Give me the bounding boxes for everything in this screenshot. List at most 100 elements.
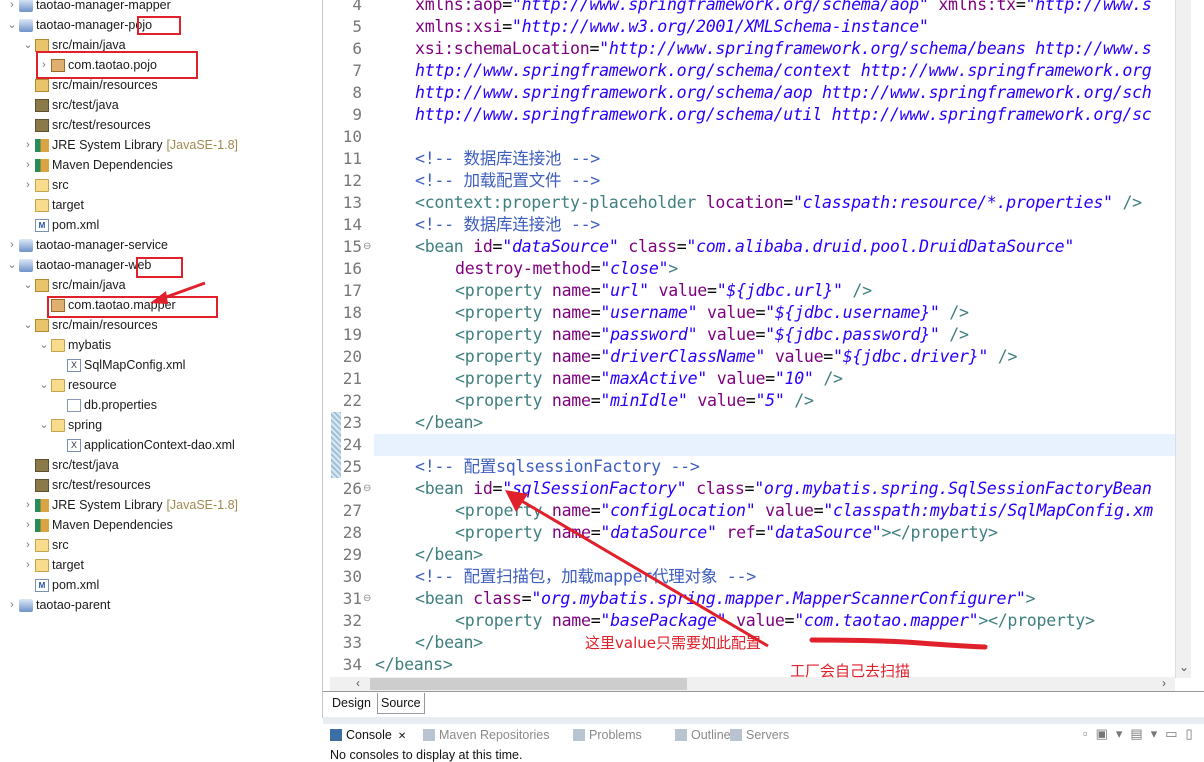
- code-line[interactable]: <property name="driverClassName" value="…: [455, 346, 1017, 368]
- code-line[interactable]: <!-- 加载配置文件 -->: [415, 170, 600, 192]
- code-line[interactable]: <property name="configLocation" value="c…: [455, 500, 1153, 522]
- code-line[interactable]: <context:property-placeholder location="…: [415, 192, 1142, 214]
- fold-toggle-icon[interactable]: ⊖: [363, 478, 371, 500]
- tree-item-label: SqlMapConfig.xml: [84, 358, 186, 372]
- tree-item[interactable]: src/test/java: [21, 95, 119, 115]
- chevron-down-icon[interactable]: ⌄: [37, 415, 51, 435]
- chevron-right-icon[interactable]: ›: [21, 135, 35, 155]
- tree-item[interactable]: › Maven Dependencies: [21, 515, 173, 535]
- code-line[interactable]: http://www.springframework.org/schema/co…: [415, 60, 1152, 82]
- code-line[interactable]: destroy-method="close">: [455, 258, 678, 280]
- tree-item[interactable]: › Maven Dependencies: [21, 155, 173, 175]
- scroll-left-icon[interactable]: ‹: [356, 676, 360, 690]
- code-line[interactable]: http://www.springframework.org/schema/ut…: [415, 104, 1152, 126]
- code-token: =: [521, 589, 532, 608]
- annotation-factory-scan: 工厂会自己去扫描: [790, 662, 911, 680]
- tab-problems[interactable]: Problems: [573, 724, 642, 746]
- tree-item[interactable]: src/test/resources: [21, 115, 151, 135]
- chevron-down-icon[interactable]: ⌄: [37, 335, 51, 355]
- chevron-down-icon[interactable]: ⌄: [21, 275, 35, 295]
- chevron-down-icon[interactable]: ⌄: [37, 375, 51, 395]
- tree-item[interactable]: › taotao-manager-mapper: [5, 0, 171, 15]
- tree-item[interactable]: XapplicationContext-dao.xml: [53, 435, 235, 455]
- tree-item[interactable]: ⌄ taotao-manager-pojo: [5, 15, 152, 35]
- tree-item[interactable]: ⌄ taotao-manager-web: [5, 255, 151, 275]
- code-line[interactable]: <!-- 数据库连接池 -->: [415, 214, 600, 236]
- scroll-right-icon[interactable]: ›: [1162, 676, 1166, 690]
- scroll-down-icon[interactable]: ⌄: [1179, 660, 1189, 674]
- tree-item[interactable]: ⌄ src/main/java: [21, 275, 125, 295]
- code-line[interactable]: xsi:schemaLocation="http://www.springfra…: [415, 38, 1152, 60]
- code-line[interactable]: </bean>: [415, 544, 483, 566]
- tab-outline[interactable]: Outline: [675, 724, 731, 746]
- code-line[interactable]: </bean>: [415, 412, 483, 434]
- code-line[interactable]: <bean class="org.mybatis.spring.mapper.M…: [415, 588, 1036, 610]
- chevron-right-icon[interactable]: ›: [5, 595, 19, 615]
- chevron-right-icon[interactable]: ›: [5, 235, 19, 255]
- code-line[interactable]: <property name="url" value="${jdbc.url}"…: [455, 280, 872, 302]
- fold-toggle-icon[interactable]: ⊖: [363, 236, 371, 258]
- chevron-down-icon[interactable]: ⌄: [21, 35, 35, 55]
- code-line[interactable]: <property name="basePackage" value="com.…: [455, 610, 1095, 632]
- code-line[interactable]: </bean>: [415, 632, 483, 654]
- code-line[interactable]: <property name="minIdle" value="5" />: [455, 390, 814, 412]
- code-line[interactable]: <property name="dataSource" ref="dataSou…: [455, 522, 998, 544]
- close-icon[interactable]: ✕: [398, 731, 406, 742]
- chevron-right-icon[interactable]: ›: [5, 0, 19, 15]
- code-line[interactable]: </beans>: [375, 654, 453, 676]
- tree-item[interactable]: ⌄ resource: [37, 375, 116, 395]
- vertical-scrollbar[interactable]: ⌄: [1175, 0, 1191, 678]
- code-line[interactable]: <!-- 配置扫描包，加载mapper代理对象 -->: [415, 566, 756, 588]
- tab-maven-repositories[interactable]: Maven Repositories: [423, 724, 549, 746]
- tab-console[interactable]: Console ✕: [330, 724, 406, 746]
- code-line[interactable]: xmlns:aop="http://www.springframework.or…: [415, 0, 1152, 16]
- chevron-right-icon[interactable]: ›: [21, 155, 35, 175]
- tree-item[interactable]: › JRE System Library [JavaSE-1.8]: [21, 495, 238, 515]
- project-explorer: › taotao-manager-mapper ⌄ taotao-manager-po…: [0, 0, 323, 718]
- tree-item[interactable]: ⌄ mybatis: [37, 335, 111, 355]
- problems-icon: [573, 729, 585, 741]
- tab-design[interactable]: Design: [329, 693, 374, 714]
- chevron-down-icon[interactable]: ⌄: [5, 255, 19, 275]
- chevron-down-icon[interactable]: ⌄: [5, 15, 19, 35]
- code-token: name: [551, 369, 591, 388]
- tree-item[interactable]: ⌄ spring: [37, 415, 102, 435]
- tab-source[interactable]: Source: [377, 693, 425, 714]
- tree-item[interactable]: › JRE System Library [JavaSE-1.8]: [21, 135, 238, 155]
- tab-servers[interactable]: Servers: [730, 724, 789, 746]
- chevron-right-icon[interactable]: ›: [21, 495, 35, 515]
- code-line[interactable]: http://www.springframework.org/schema/ao…: [415, 82, 1152, 104]
- code-line[interactable]: <!-- 配置sqlsessionFactory -->: [415, 456, 700, 478]
- tree-item[interactable]: › src: [21, 175, 69, 195]
- tree-item[interactable]: Mpom.xml: [21, 215, 99, 235]
- chevron-right-icon[interactable]: ›: [21, 175, 35, 195]
- xml-editor[interactable]: 4 xmlns:aop="http://www.springframework.o…: [330, 0, 1204, 678]
- code-line[interactable]: <!-- 数据库连接池 -->: [415, 148, 600, 170]
- code-line[interactable]: <bean id="sqlSessionFactory" class="org.…: [415, 478, 1152, 500]
- fold-toggle-icon[interactable]: ⊖: [363, 588, 371, 610]
- chevron-down-icon[interactable]: ⌄: [21, 315, 35, 335]
- code-line[interactable]: <property name="username" value="${jdbc.…: [455, 302, 969, 324]
- tree-item[interactable]: ⌄ src/main/resources: [21, 315, 157, 335]
- tree-item[interactable]: Mpom.xml: [21, 575, 99, 595]
- code-line[interactable]: <property name="maxActive" value="10" />: [455, 368, 843, 390]
- tree-item[interactable]: target: [21, 195, 84, 215]
- tree-item[interactable]: › src: [21, 535, 69, 555]
- code-line[interactable]: <bean id="dataSource" class="com.alibaba…: [415, 236, 1074, 258]
- tree-item[interactable]: › target: [21, 555, 84, 575]
- horizontal-scrollbar[interactable]: ‹ ›: [330, 676, 1175, 691]
- chevron-right-icon[interactable]: ›: [21, 515, 35, 535]
- code-token: "http://www.s: [1025, 0, 1152, 14]
- chevron-right-icon[interactable]: ›: [21, 555, 35, 575]
- tree-item[interactable]: db.properties: [53, 395, 157, 415]
- chevron-right-icon[interactable]: ›: [21, 535, 35, 555]
- tree-item[interactable]: src/test/resources: [21, 475, 151, 495]
- console-toolbar-icons[interactable]: ▫▣▾▤▾▭▯: [1083, 726, 1201, 742]
- code-line[interactable]: xmlns:xsi="http://www.w3.org/2001/XMLSch…: [415, 16, 929, 38]
- tree-item[interactable]: › taotao-parent: [5, 595, 110, 615]
- tree-item[interactable]: › taotao-manager-service: [5, 235, 168, 255]
- tree-item[interactable]: src/test/java: [21, 455, 119, 475]
- horizontal-scroll-thumb[interactable]: [370, 678, 687, 690]
- tree-item[interactable]: X SqlMapConfig.xml: [53, 355, 185, 375]
- code-line[interactable]: <property name="password" value="${jdbc.…: [455, 324, 969, 346]
